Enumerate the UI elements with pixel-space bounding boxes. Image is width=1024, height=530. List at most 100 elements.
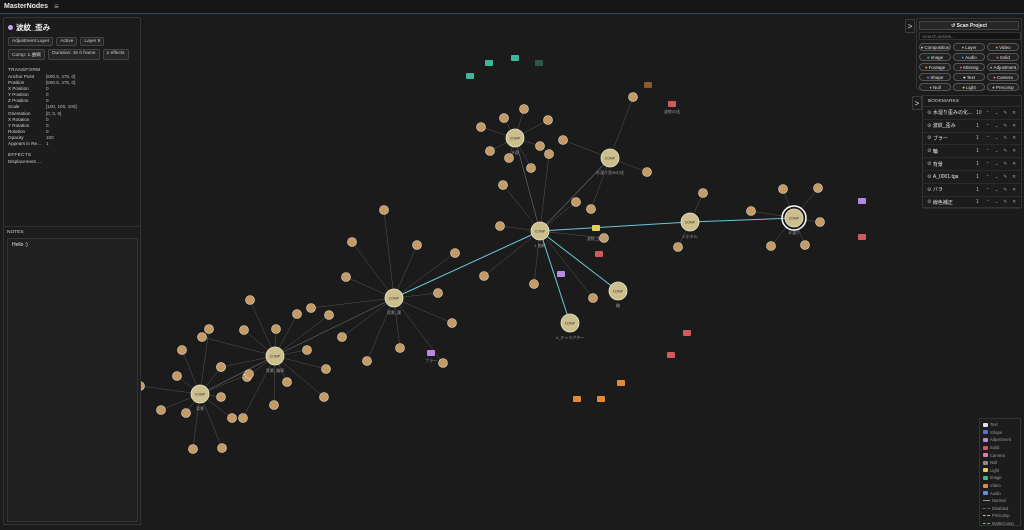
info-chip[interactable]: Comp: 1.曲戦 — [8, 49, 46, 60]
layer-node[interactable] — [292, 309, 302, 319]
layer-node[interactable] — [362, 356, 372, 366]
info-chip[interactable]: 1 effects — [102, 49, 129, 60]
bookmark-item[interactable]: ⚙ 輪 1 ⌃ ⌄ ✎ ✕ — [923, 145, 1021, 159]
filter-shape-button[interactable]: ●Shape — [919, 73, 951, 81]
layer-node[interactable] — [476, 122, 486, 132]
solid-node[interactable] — [668, 101, 676, 107]
move-up-icon[interactable]: ⌃ — [986, 135, 995, 141]
move-up-icon[interactable]: ⌃ — [986, 110, 995, 116]
layer-node[interactable] — [479, 271, 489, 281]
delete-icon[interactable]: ✕ — [1012, 123, 1021, 129]
move-up-icon[interactable]: ⌃ — [986, 161, 995, 167]
move-down-icon[interactable]: ⌄ — [995, 174, 1004, 180]
video-node[interactable] — [597, 396, 605, 402]
info-chip[interactable]: Adjustment Layer — [8, 37, 54, 46]
layer-node[interactable] — [188, 444, 198, 454]
bookmark-name[interactable]: 線色補正 — [933, 199, 976, 206]
move-up-icon[interactable]: ⌃ — [986, 148, 995, 154]
bookmark-item[interactable]: ⚙ 線色補正 1 ⌃ ⌄ ✎ ✕ — [923, 197, 1021, 210]
node-graph-canvas[interactable]: COMP 1.曲戦 COMP 水面 COMP 水溜り歪みの化 COMP 2.ホタル COMP 水溜… — [0, 14, 1024, 530]
layer-node[interactable] — [698, 188, 708, 198]
bookmark-item[interactable]: ⚙ 水溜り歪みの化... 10 ⌃ ⌄ ✎ ✕ — [923, 107, 1021, 120]
move-down-icon[interactable]: ⌄ — [995, 135, 1004, 141]
notes-textarea[interactable]: Hello :) — [7, 238, 138, 522]
layer-node[interactable] — [450, 248, 460, 258]
layer-node[interactable] — [238, 413, 248, 423]
edit-icon[interactable]: ✎ — [1003, 161, 1012, 167]
edit-icon[interactable]: ✎ — [1003, 123, 1012, 129]
move-down-icon[interactable]: ⌄ — [995, 148, 1004, 154]
asset-search-input[interactable] — [919, 32, 1021, 40]
bookmark-name[interactable]: 輪 — [933, 148, 976, 155]
adjustment-node[interactable] — [557, 271, 565, 277]
bookmark-item[interactable]: ⚙ A_0001.tga 1 ⌃ ⌄ ✎ ✕ — [923, 171, 1021, 184]
layer-node[interactable] — [800, 240, 810, 250]
layer-node[interactable] — [778, 184, 788, 194]
delete-icon[interactable]: ✕ — [1012, 135, 1021, 141]
layer-node[interactable] — [642, 167, 652, 177]
filter-adjustment-button[interactable]: ●Adjustment — [987, 63, 1019, 71]
edit-icon[interactable]: ✎ — [1003, 199, 1012, 205]
image-node[interactable] — [466, 73, 474, 79]
bookmarks-panel-toggle-button[interactable]: > — [912, 96, 922, 110]
layer-node[interactable] — [746, 206, 756, 216]
project-panel-toggle-button[interactable]: > — [905, 19, 915, 33]
filter-null-button[interactable]: ●Null — [919, 83, 951, 91]
layer-node[interactable] — [269, 400, 279, 410]
video-node[interactable] — [573, 396, 581, 402]
image-node[interactable] — [511, 55, 519, 61]
layer-node[interactable] — [766, 241, 776, 251]
edit-icon[interactable]: ✎ — [1003, 148, 1012, 154]
layer-node[interactable] — [302, 345, 312, 355]
move-down-icon[interactable]: ⌄ — [995, 110, 1004, 116]
layer-node[interactable] — [172, 371, 182, 381]
layer-node[interactable] — [245, 295, 255, 305]
move-up-icon[interactable]: ⌃ — [986, 174, 995, 180]
solid-node[interactable] — [667, 352, 675, 358]
effect-item[interactable]: Displacement ... — [4, 159, 140, 164]
layer-node[interactable] — [673, 242, 683, 252]
layer-node[interactable] — [379, 205, 389, 215]
solid-node[interactable] — [858, 234, 866, 240]
filter-solid-button[interactable]: ●Solid — [987, 53, 1019, 61]
delete-icon[interactable]: ✕ — [1012, 148, 1021, 154]
layer-node[interactable] — [216, 362, 226, 372]
delete-icon[interactable]: ✕ — [1012, 174, 1021, 180]
bookmark-item[interactable]: ⚙ ブラー 1 ⌃ ⌄ ✎ ✕ — [923, 133, 1021, 146]
video-node[interactable] — [617, 380, 625, 386]
filter-missing-button[interactable]: ●Missing — [953, 63, 985, 71]
layer-node[interactable] — [395, 343, 405, 353]
info-chip[interactable]: Duration: 3s 0 frame — [48, 49, 100, 60]
edit-icon[interactable]: ✎ — [1003, 110, 1012, 116]
layer-node[interactable] — [197, 332, 207, 342]
layer-node[interactable] — [337, 332, 347, 342]
move-up-icon[interactable]: ⌃ — [986, 187, 995, 193]
image-node[interactable] — [535, 60, 543, 66]
edit-icon[interactable]: ✎ — [1003, 187, 1012, 193]
info-chip[interactable]: Layer 8 — [80, 37, 105, 46]
filter-text-button[interactable]: ●Text — [953, 73, 985, 81]
layer-node[interactable] — [347, 237, 357, 247]
layer-node[interactable] — [813, 183, 823, 193]
layer-node[interactable] — [239, 325, 249, 335]
adjustment-node[interactable] — [858, 198, 866, 204]
layer-node[interactable] — [341, 272, 351, 282]
move-up-icon[interactable]: ⌃ — [986, 199, 995, 205]
layer-node[interactable] — [498, 180, 508, 190]
layer-node[interactable] — [495, 221, 505, 231]
move-down-icon[interactable]: ⌄ — [995, 199, 1004, 205]
info-chip[interactable]: Active — [56, 37, 78, 46]
layer-node[interactable] — [558, 135, 568, 145]
layer-node[interactable] — [535, 141, 545, 151]
layer-node[interactable] — [324, 310, 334, 320]
filter-image-button[interactable]: ●Image — [919, 53, 951, 61]
layer-node[interactable] — [321, 364, 331, 374]
bookmark-name[interactable]: ブラー — [933, 135, 976, 142]
filter-light-button[interactable]: ●Light — [953, 83, 985, 91]
edit-icon[interactable]: ✎ — [1003, 174, 1012, 180]
layer-node[interactable] — [227, 413, 237, 423]
layer-node[interactable] — [499, 113, 509, 123]
edit-icon[interactable]: ✎ — [1003, 135, 1012, 141]
scan-project-button[interactable]: ↺ Scan Project — [919, 21, 1019, 30]
image-node[interactable] — [485, 60, 493, 66]
